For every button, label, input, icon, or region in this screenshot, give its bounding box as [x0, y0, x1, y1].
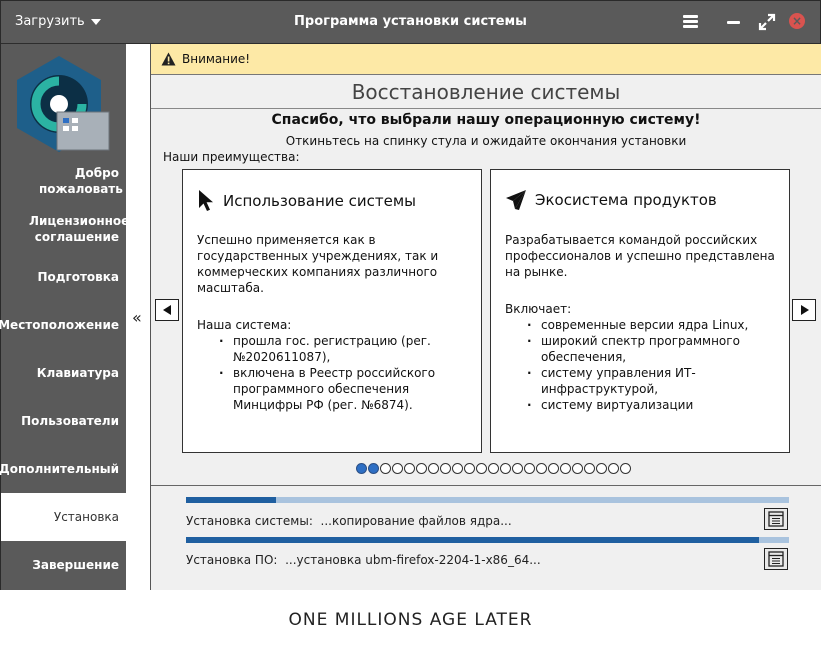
sidebar-collapse-strip: « [126, 44, 151, 590]
sidebar-item-label: Подготовка [37, 270, 119, 284]
minimize-icon[interactable] [725, 13, 743, 31]
slide-dot[interactable] [416, 463, 427, 474]
card-list: современные версии ядра Linux, широкий с… [505, 317, 779, 413]
sidebar-item-welcome[interactable]: Добро пожаловать [1, 157, 126, 205]
cursor-icon [199, 190, 213, 211]
system-status: Установка системы: ...копирование файлов… [186, 514, 512, 528]
installer-window: Загрузить Программа установки системы × [0, 0, 821, 590]
software-progress-fill [186, 537, 759, 543]
card-list-title: Включает: [505, 302, 572, 316]
sidebar-item-additional[interactable]: Дополнительный [0, 445, 126, 493]
list-item: включена в Реестр российского программно… [219, 365, 471, 413]
card-list: прошла гос. регистрацию (рег. №202061108… [197, 333, 471, 413]
system-status-text: ...копирование файлов ядра... [320, 514, 512, 528]
slide-dot[interactable] [452, 463, 463, 474]
wait-text: Откиньтесь на спинку стула и ожидайте ок… [285, 134, 687, 148]
advantages-label: Наши преимущества: [163, 150, 300, 164]
software-status-label: Установка ПО: [186, 553, 278, 567]
slide-dot[interactable] [584, 463, 595, 474]
sidebar-item-installation[interactable]: Установка [1, 493, 126, 541]
page-title: Восстановление системы [151, 76, 821, 109]
slide-indicator [356, 463, 631, 474]
log-icon [768, 511, 784, 527]
next-slide-button[interactable] [792, 299, 816, 321]
feature-card-ecosystem: Экосистема продуктов Разрабатывается ком… [490, 169, 790, 453]
feature-card-usage: Использование системы Успешно применяетс… [182, 169, 482, 453]
sidebar-item-label: Установка [53, 510, 119, 524]
card-intro: Успешно применяется как в государственны… [197, 233, 439, 295]
slide-dot[interactable] [596, 463, 607, 474]
os-logo-icon [15, 54, 111, 154]
sidebar: Добро пожаловать Лицензионное соглашение… [0, 44, 130, 590]
sidebar-item-label: Завершение [32, 558, 119, 572]
slide-dot[interactable] [440, 463, 451, 474]
hamburger-menu-icon[interactable] [683, 13, 701, 31]
system-status-label: Установка системы: [186, 514, 313, 528]
sidebar-item-label: Пользователи [21, 414, 119, 428]
slide-dot[interactable] [464, 463, 475, 474]
slide-dot[interactable] [608, 463, 619, 474]
system-log-button[interactable] [764, 508, 788, 530]
progress-panel: Установка системы: ...копирование файлов… [151, 485, 821, 590]
log-icon [768, 551, 784, 567]
sidebar-item-keyboard[interactable]: Клавиатура [1, 349, 126, 397]
slide-dot[interactable] [380, 463, 391, 474]
slide-dot[interactable] [404, 463, 415, 474]
sidebar-item-finish[interactable]: Завершение [1, 541, 126, 589]
software-log-button[interactable] [764, 548, 788, 570]
system-progress-bar [186, 497, 789, 503]
system-progress-fill [186, 497, 277, 503]
warning-banner: Внимание! [151, 44, 821, 75]
caption-text: ONE MILLIONS AGE LATER [288, 610, 533, 630]
thanks-text: Спасибо, что выбрали нашу операционную с… [271, 112, 701, 128]
card-intro: Разрабатывается командой российских проф… [505, 233, 775, 279]
slide-dot[interactable] [500, 463, 511, 474]
slide-dot[interactable] [524, 463, 535, 474]
software-progress-bar [186, 537, 789, 543]
sidebar-item-label: Дополнительный [0, 462, 119, 476]
slide-dot[interactable] [428, 463, 439, 474]
slide-dot[interactable] [512, 463, 523, 474]
sidebar-item-preparation[interactable]: Подготовка [1, 253, 126, 301]
list-item: современные версии ядра Linux, [527, 317, 779, 333]
sidebar-item-license[interactable]: Лицензионное соглашение [1, 205, 130, 253]
slide-dot[interactable] [392, 463, 403, 474]
slide-dot[interactable] [560, 463, 571, 474]
paper-plane-icon [506, 190, 526, 210]
collapse-sidebar-icon[interactable]: « [132, 308, 142, 327]
sidebar-item-users[interactable]: Пользователи [1, 397, 126, 445]
list-item: систему управления ИТ-инфраструктурой, [527, 365, 779, 397]
list-item: систему виртуализации [527, 397, 779, 413]
card-title: Использование системы [223, 192, 416, 210]
sidebar-item-label: Добро пожаловать [39, 166, 123, 196]
software-status: Установка ПО: ...установка ubm-firefox-2… [186, 553, 541, 567]
list-item: прошла гос. регистрацию (рег. №202061108… [219, 333, 471, 365]
slide-dot[interactable] [368, 463, 379, 474]
slide-dot[interactable] [488, 463, 499, 474]
sidebar-item-label: Клавиатура [36, 366, 119, 380]
sidebar-item-label: Лицензионное соглашение [29, 214, 130, 244]
close-icon[interactable]: × [789, 13, 807, 31]
slide-dot[interactable] [536, 463, 547, 474]
list-item: широкий спектр программного обеспечения, [527, 333, 779, 365]
slide-dot[interactable] [620, 463, 631, 474]
card-title: Экосистема продуктов [535, 191, 717, 209]
title-bar: Загрузить Программа установки системы × [1, 1, 820, 44]
slide-dot[interactable] [356, 463, 367, 474]
warning-icon [161, 52, 176, 66]
prev-slide-button[interactable] [155, 299, 179, 321]
slide-dot[interactable] [548, 463, 559, 474]
sidebar-item-location[interactable]: Местоположение [0, 301, 126, 349]
software-status-text: ...установка ubm-firefox-2204-1-x86_64..… [285, 553, 541, 567]
main-content: Внимание! Восстановление системы Спасибо… [151, 44, 821, 590]
slide-dot[interactable] [572, 463, 583, 474]
maximize-icon[interactable] [758, 13, 776, 31]
card-list-title: Наша система: [197, 318, 292, 332]
slide-dot[interactable] [476, 463, 487, 474]
warning-text: Внимание! [182, 52, 251, 66]
sidebar-item-label: Местоположение [0, 318, 119, 332]
